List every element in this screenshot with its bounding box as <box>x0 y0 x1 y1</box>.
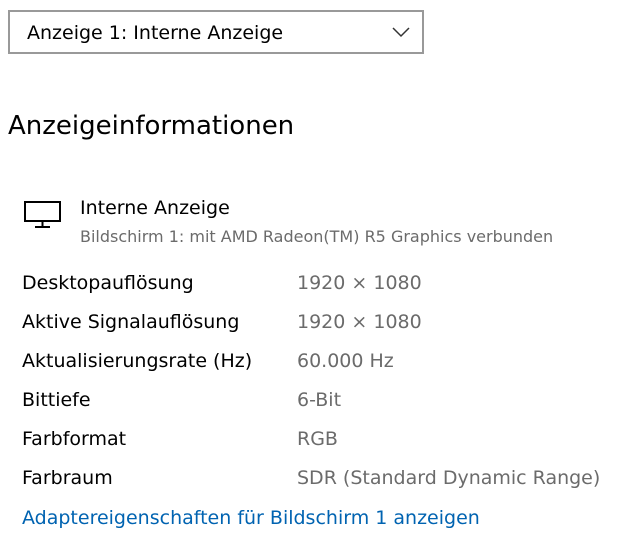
info-label: Farbformat <box>22 428 127 450</box>
display-name: Interne Anzeige <box>80 197 230 219</box>
display-select-value: Anzeige 1: Interne Anzeige <box>27 22 284 44</box>
info-row-active-signal-resolution: Aktive Signalauflösung 1920 × 1080 <box>0 309 622 337</box>
info-value: 1920 × 1080 <box>297 272 422 294</box>
section-title: Anzeigeinformationen <box>8 111 295 141</box>
display-subtitle: Bildschirm 1: mit AMD Radeon(TM) R5 Grap… <box>80 227 554 246</box>
display-select-dropdown[interactable]: Anzeige 1: Interne Anzeige <box>8 10 424 54</box>
info-value: 6-Bit <box>297 389 342 411</box>
info-value: 60.000 Hz <box>297 350 394 372</box>
info-label: Desktopauflösung <box>22 272 194 294</box>
info-label: Aktualisierungsrate (Hz) <box>22 350 253 372</box>
info-row-desktop-resolution: Desktopauflösung 1920 × 1080 <box>0 270 622 298</box>
info-row-refresh-rate: Aktualisierungsrate (Hz) 60.000 Hz <box>0 348 622 376</box>
info-label: Bittiefe <box>22 389 91 411</box>
chevron-down-icon <box>392 27 410 38</box>
info-row-bit-depth: Bittiefe 6-Bit <box>0 387 622 415</box>
info-row-color-format: Farbformat RGB <box>0 426 622 454</box>
display-settings-page: Anzeige 1: Interne Anzeige Anzeigeinform… <box>0 0 622 533</box>
info-label: Aktive Signalauflösung <box>22 311 240 333</box>
adapter-properties-link[interactable]: Adaptereigenschaften für Bildschirm 1 an… <box>22 505 480 531</box>
info-label: Farbraum <box>22 467 113 489</box>
info-row-color-space: Farbraum SDR (Standard Dynamic Range) <box>0 465 622 493</box>
monitor-icon <box>24 201 61 228</box>
info-value: 1920 × 1080 <box>297 311 422 333</box>
info-value: SDR (Standard Dynamic Range) <box>297 467 601 489</box>
info-value: RGB <box>297 428 338 450</box>
